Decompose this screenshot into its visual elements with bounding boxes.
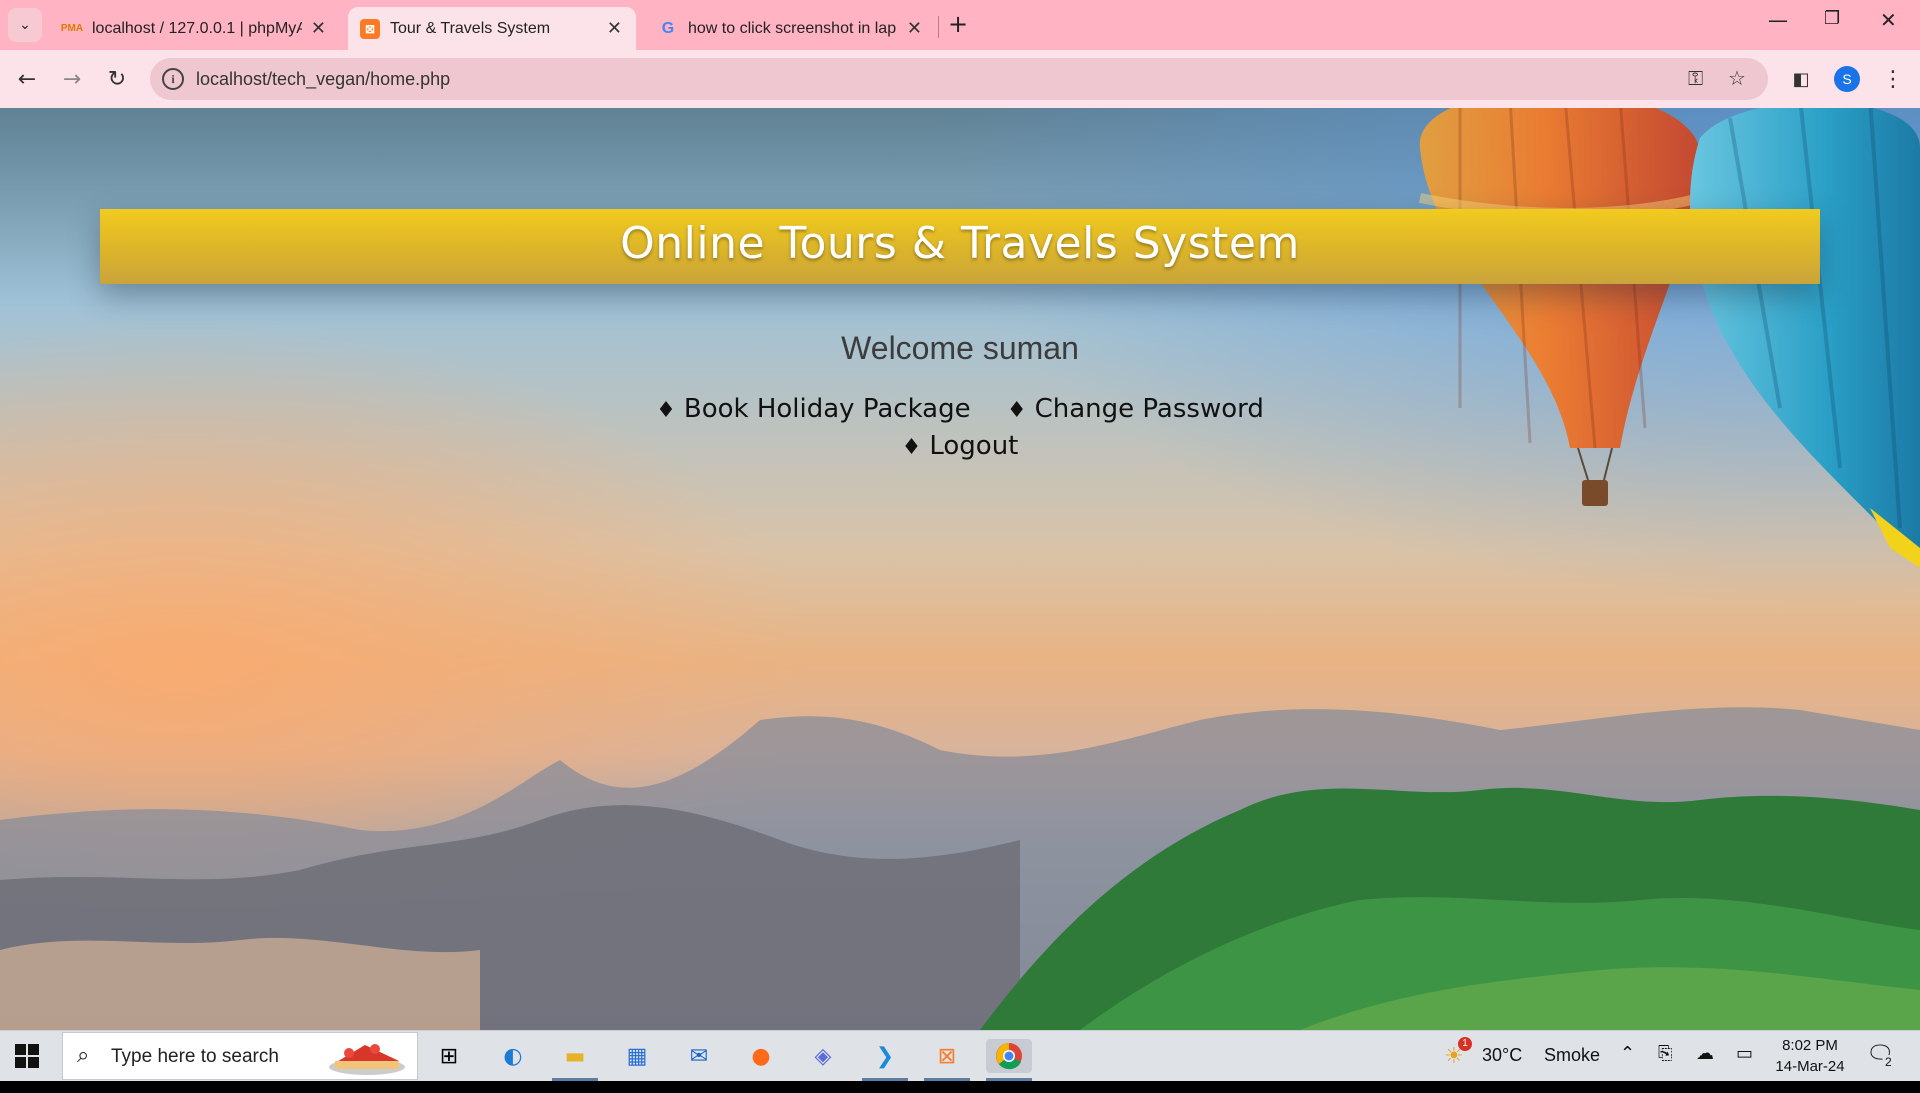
search-highlight-pie-icon — [329, 1044, 405, 1075]
search-icon: ⌕ — [77, 1043, 90, 1068]
close-tab-icon[interactable]: ✕ — [607, 18, 622, 39]
tab-google-search[interactable]: G how to click screenshot in laptop ✕ — [646, 7, 936, 50]
book-holiday-package-link[interactable]: ♦ Book Holiday Package — [656, 394, 970, 424]
chrome-logo-icon — [996, 1043, 1022, 1070]
restore-button[interactable]: ❐ — [1824, 8, 1840, 29]
windows-start-icon[interactable] — [14, 1043, 40, 1069]
notification-center-icon[interactable]: 🗨 2 — [1866, 1041, 1895, 1091]
windows-taskbar: ⌕ Type here to search ⊞ ◐ ▬ ▦ ✉ ● ◈ ❯ ⊠ … — [0, 1030, 1920, 1081]
site-header-banner: Online Tours & Travels System — [100, 209, 1820, 284]
chrome-icon[interactable] — [986, 1039, 1032, 1073]
notification-count-badge: 2 — [1882, 1055, 1895, 1069]
clock-time: 8:02 PM — [1782, 1037, 1838, 1054]
side-panel-button[interactable]: ◧ — [1786, 64, 1816, 94]
new-tab-button[interactable]: + — [948, 10, 968, 38]
diamond-bullet-icon: ♦ — [901, 435, 922, 460]
copilot-icon[interactable]: ◈ — [806, 1039, 840, 1073]
show-hidden-icons-chevron-icon[interactable]: ⌃ — [1620, 1043, 1635, 1093]
taskbar-clock[interactable]: 8:02 PM 14-Mar-24 — [1770, 1035, 1850, 1077]
tab-separator — [938, 16, 939, 38]
meet-now-icon[interactable]: ⎘ — [1658, 1043, 1672, 1093]
battery-icon[interactable]: ▭ — [1736, 1043, 1753, 1093]
address-bar[interactable]: i localhost/tech_vegan/home.php ⚿ ☆ — [150, 58, 1768, 100]
minimize-button[interactable]: — — [1768, 8, 1788, 32]
tab-search-button[interactable]: ⌄ — [8, 8, 42, 42]
bookmark-star-icon[interactable]: ☆ — [1728, 66, 1746, 90]
diamond-bullet-icon: ♦ — [656, 398, 676, 423]
weather-alert-badge: 1 — [1458, 1037, 1472, 1051]
close-tab-icon[interactable]: ✕ — [907, 18, 922, 39]
profile-avatar[interactable]: S — [1834, 66, 1860, 92]
tab-title: localhost / 127.0.0.1 | phpMyAdmin — [92, 19, 302, 37]
mountains-background-image — [0, 707, 1920, 1030]
site-title: Online Tours & Travels System — [620, 218, 1300, 269]
arrow-right-icon: → — [62, 66, 82, 92]
browser-menu-button[interactable]: ⋮ — [1878, 64, 1908, 94]
change-password-link[interactable]: ♦ Change Password — [1007, 394, 1264, 424]
close-window-button[interactable]: ✕ — [1880, 8, 1897, 32]
page-body: Online Tours & Travels System Welcome su… — [0, 108, 1920, 1030]
back-button[interactable]: ← — [12, 64, 42, 94]
arrow-left-icon: ← — [17, 66, 37, 92]
menu-link-label: Change Password — [1034, 394, 1264, 424]
diamond-bullet-icon: ♦ — [1006, 398, 1027, 423]
mail-icon[interactable]: ✉ — [682, 1039, 716, 1073]
tab-title: how to click screenshot in laptop — [688, 19, 896, 37]
welcome-message: Welcome suman — [841, 330, 1079, 366]
main-menu-row-1: ♦ Book Holiday Package ♦ Change Password — [0, 394, 1920, 424]
weather-temperature: 30°C — [1482, 1045, 1523, 1065]
browser-toolbar: ← → ↻ i localhost/tech_vegan/home.php ⚿ … — [0, 50, 1920, 109]
kebab-menu-icon: ⋮ — [1882, 66, 1904, 92]
microsoft-store-icon[interactable]: ▦ — [620, 1039, 654, 1073]
reload-button[interactable]: ↻ — [102, 64, 132, 94]
main-menu-row-2: ♦ Logout — [0, 431, 1920, 461]
tab-phpmyadmin[interactable]: PMA localhost / 127.0.0.1 | phpMyAdmin ✕ — [50, 7, 340, 50]
vscode-icon[interactable]: ❯ — [868, 1039, 902, 1073]
url-text[interactable]: localhost/tech_vegan/home.php — [196, 69, 450, 90]
site-info-icon[interactable]: i — [162, 68, 184, 90]
reload-icon: ↻ — [107, 66, 127, 92]
firefox-icon[interactable]: ● — [744, 1039, 778, 1073]
task-view-icon[interactable]: ⊞ — [432, 1039, 466, 1073]
clock-date: 14-Mar-24 — [1775, 1058, 1845, 1075]
tab-title: Tour & Travels System — [390, 19, 551, 37]
search-placeholder: Type here to search — [111, 1046, 279, 1067]
tab-tour-travels[interactable]: ⊠ Tour & Travels System ✕ — [348, 7, 636, 50]
file-explorer-icon[interactable]: ▬ — [558, 1039, 592, 1073]
chevron-down-icon: ⌄ — [19, 17, 31, 33]
logout-link[interactable]: ♦ Logout — [902, 431, 1019, 461]
phpmyadmin-icon: PMA — [60, 23, 84, 34]
taskbar-search-box[interactable]: ⌕ Type here to search — [62, 1032, 418, 1080]
password-key-icon[interactable]: ⚿ — [1688, 66, 1703, 90]
edge-browser-icon[interactable]: ◐ — [496, 1039, 530, 1073]
browser-tabstrip: ⌄ PMA localhost / 127.0.0.1 | phpMyAdmin… — [0, 0, 1920, 50]
network-icon[interactable]: ☁ — [1696, 1043, 1714, 1093]
menu-link-label: Logout — [929, 431, 1019, 461]
xampp-icon[interactable]: ⊠ — [930, 1039, 964, 1073]
weather-condition: Smoke — [1544, 1045, 1601, 1065]
xampp-icon: ⊠ — [360, 18, 380, 39]
google-icon: G — [661, 19, 675, 37]
close-tab-icon[interactable]: ✕ — [311, 18, 326, 39]
menu-link-label: Book Holiday Package — [683, 394, 971, 424]
side-panel-icon: ◧ — [1792, 68, 1810, 90]
forward-button[interactable]: → — [57, 64, 87, 94]
